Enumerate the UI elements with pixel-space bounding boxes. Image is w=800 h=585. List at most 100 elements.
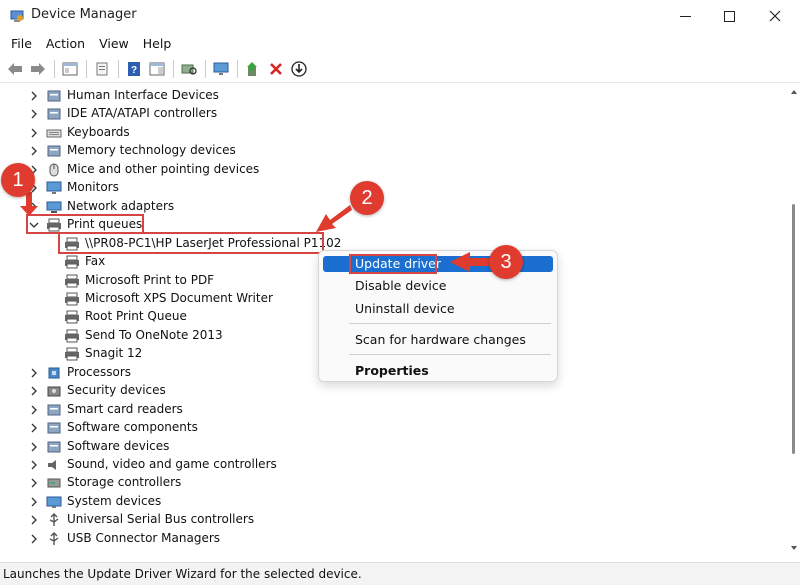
uninstall-icon — [270, 62, 282, 75]
download-button[interactable] — [288, 58, 310, 80]
chevron-right-icon[interactable] — [29, 91, 39, 101]
mouse-icon — [46, 163, 62, 177]
toolbar-separator — [237, 59, 238, 78]
chevron-right-icon[interactable] — [29, 497, 39, 507]
tree-category[interactable]: Human Interface Devices — [0, 87, 780, 105]
maximize-button[interactable] — [706, 0, 752, 32]
scroll-thumb[interactable] — [792, 204, 795, 454]
chevron-right-icon[interactable] — [29, 109, 39, 119]
toolbar-separator — [205, 59, 206, 78]
tree-item-label: Memory technology devices — [67, 143, 236, 158]
chevron-right-icon[interactable] — [29, 128, 39, 138]
tree-category[interactable]: Security devices — [0, 382, 780, 400]
menu-action[interactable]: Action — [39, 36, 92, 51]
monitor-icon — [46, 181, 62, 195]
uninstall-button[interactable] — [265, 58, 287, 80]
ide-icon — [46, 107, 62, 121]
menu-view[interactable]: View — [92, 36, 136, 51]
maximize-icon — [723, 10, 735, 22]
action-pane-icon — [149, 62, 165, 75]
security-icon — [46, 384, 62, 398]
menu-help[interactable]: Help — [136, 36, 179, 51]
tree-item-label: Sound, video and game controllers — [67, 457, 277, 471]
scan-hardware-icon — [181, 64, 197, 75]
chevron-right-icon[interactable] — [29, 146, 39, 156]
tree-item-label: System devices — [67, 493, 162, 508]
tree-category[interactable]: Network adapters — [0, 198, 780, 216]
printer-icon — [64, 274, 80, 288]
monitor-icon — [213, 62, 229, 75]
vertical-scrollbar[interactable] — [788, 84, 800, 560]
context-menu-separator — [349, 323, 551, 324]
tree-category[interactable]: Software devices — [0, 438, 780, 456]
toolbar-separator — [86, 59, 87, 78]
chevron-right-icon[interactable] — [29, 534, 39, 544]
menu-file[interactable]: File — [4, 36, 39, 51]
printer-icon — [64, 329, 80, 343]
help-icon: ? — [128, 61, 140, 76]
chevron-right-icon[interactable] — [29, 202, 39, 212]
chevron-right-icon[interactable] — [29, 405, 39, 415]
tree-category[interactable]: System devices — [0, 493, 780, 511]
chevron-right-icon[interactable] — [29, 423, 39, 433]
printer-icon — [64, 310, 80, 324]
close-button[interactable] — [752, 0, 798, 32]
keyboard-icon — [46, 126, 62, 140]
show-hide-console-tree-button[interactable] — [59, 58, 81, 80]
update-driver-button[interactable] — [242, 58, 264, 80]
context-item-uninstall-device[interactable]: Uninstall device — [355, 301, 455, 316]
context-item-update-driver[interactable]: Update driver — [355, 256, 441, 271]
step-1-marker: 1 — [1, 163, 35, 197]
action-pane-button[interactable] — [146, 58, 168, 80]
storage-icon — [46, 476, 62, 490]
tree-category[interactable]: Universal Serial Bus controllers — [0, 511, 780, 529]
tree-category[interactable]: IDE ATA/ATAPI controllers — [0, 105, 780, 123]
context-item-properties[interactable]: Properties — [355, 363, 429, 378]
scroll-down-icon[interactable] — [790, 544, 798, 552]
close-icon — [769, 10, 781, 22]
tree-category[interactable]: Monitors — [0, 179, 780, 197]
forward-button[interactable] — [27, 58, 49, 80]
back-button[interactable] — [4, 58, 26, 80]
context-item-scan-hardware[interactable]: Scan for hardware changes — [355, 332, 526, 347]
properties-button[interactable] — [91, 58, 113, 80]
hid-icon — [46, 89, 62, 103]
tree-category[interactable]: Keyboards — [0, 124, 780, 142]
scan-hardware-button[interactable] — [178, 58, 200, 80]
tree-category[interactable]: Mice and other pointing devices — [0, 161, 780, 179]
title-bar: Device Manager — [0, 0, 800, 32]
download-icon — [291, 60, 307, 77]
tree-category[interactable]: Smart card readers — [0, 401, 780, 419]
chevron-right-icon[interactable] — [29, 442, 39, 452]
chevron-right-icon[interactable] — [29, 386, 39, 396]
tree-category[interactable]: Sound, video and game controllers — [0, 456, 780, 474]
scroll-up-icon[interactable] — [790, 88, 798, 96]
tree-category[interactable]: USB Connector Managers — [0, 530, 780, 548]
tree-item-label: Keyboards — [67, 124, 130, 139]
context-item-disable-device[interactable]: Disable device — [355, 278, 446, 293]
minimize-button[interactable] — [662, 0, 708, 32]
status-bar: Launches the Update Driver Wizard for th… — [0, 562, 800, 585]
help-button[interactable]: ? — [123, 58, 145, 80]
toolbar: ? — [0, 55, 800, 83]
tree-category[interactable]: Storage controllers — [0, 474, 780, 492]
step-3-marker: 3 — [489, 245, 523, 279]
toolbar-separator — [118, 59, 119, 78]
tree-item-label: Mice and other pointing devices — [67, 161, 260, 176]
chevron-right-icon[interactable] — [29, 515, 39, 525]
usb-icon — [46, 513, 62, 527]
monitor-button[interactable] — [210, 58, 232, 80]
chevron-right-icon[interactable] — [29, 478, 39, 488]
step-2-marker: 2 — [350, 181, 384, 215]
tree-item-label: Software components — [67, 420, 198, 435]
tree-category[interactable]: Software components — [0, 419, 780, 437]
tree-item-label: Security devices — [67, 383, 166, 398]
properties-icon — [96, 62, 108, 75]
toolbar-separator — [173, 59, 174, 78]
chevron-right-icon[interactable] — [29, 368, 39, 378]
tree-item-label: Software devices — [67, 438, 170, 453]
printer-icon — [64, 292, 80, 306]
tree-category[interactable]: Memory technology devices — [0, 142, 780, 160]
chevron-right-icon[interactable] — [29, 460, 39, 470]
tree-item-label: Processors — [67, 364, 132, 379]
